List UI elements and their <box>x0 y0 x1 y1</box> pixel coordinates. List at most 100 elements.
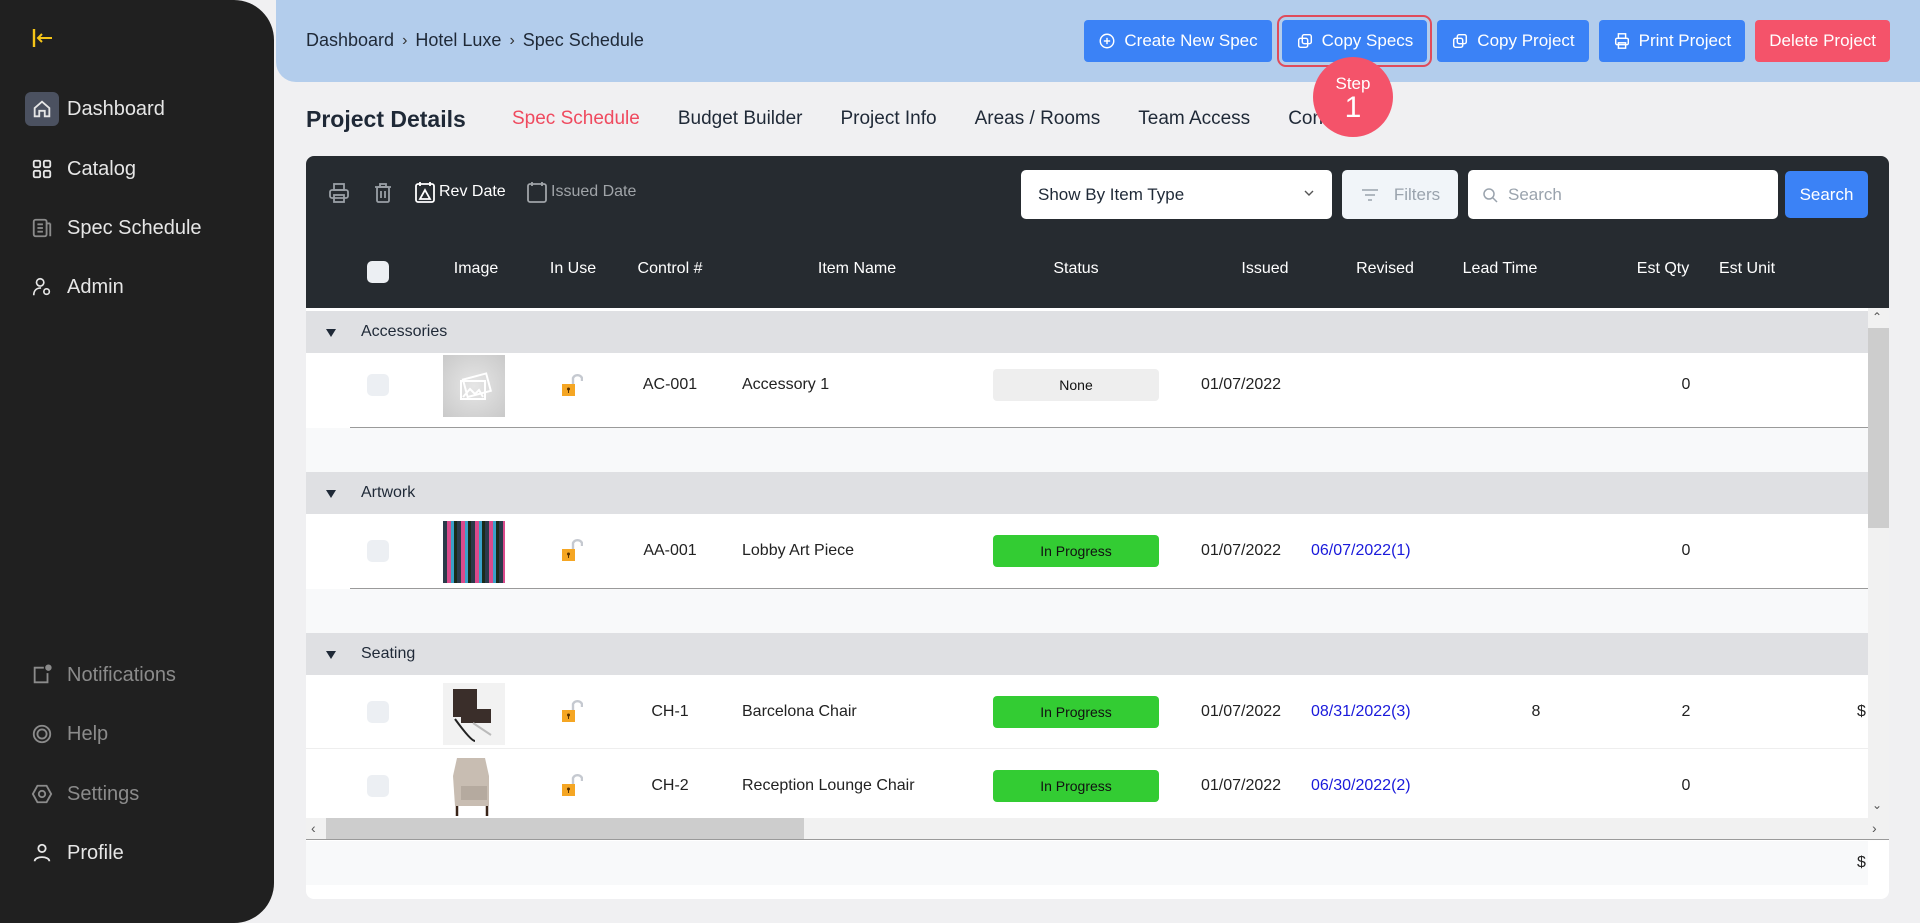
sidebar-item-catalog[interactable]: Catalog <box>25 151 136 187</box>
status-badge[interactable]: In Progress <box>993 696 1159 728</box>
scroll-down-icon[interactable]: ⌄ <box>1872 798 1882 812</box>
row-checkbox[interactable] <box>367 775 389 797</box>
printer-icon[interactable] <box>328 182 350 204</box>
scroll-up-icon[interactable]: ⌃ <box>1872 310 1882 324</box>
revised-date-link[interactable]: 06/07/2022(1) <box>1311 542 1411 560</box>
sidebar-item-label: Admin <box>67 275 124 298</box>
unlock-icon[interactable] <box>561 772 583 798</box>
sidebar-item-admin[interactable]: Admin <box>25 269 124 305</box>
unlock-icon[interactable] <box>561 698 583 724</box>
caret-down-icon[interactable] <box>326 329 336 337</box>
copy-specs-button[interactable]: Copy Specs <box>1276 15 1433 67</box>
sidebar-item-settings[interactable]: Settings <box>25 776 139 812</box>
column-header-item-name[interactable]: Item Name <box>818 260 896 278</box>
image-placeholder-icon <box>460 372 493 400</box>
item-name[interactable]: Lobby Art Piece <box>742 542 854 560</box>
grid-icon <box>32 159 52 179</box>
caret-down-icon[interactable] <box>326 490 336 498</box>
copy-icon <box>1453 33 1468 49</box>
sidebar-item-help[interactable]: Help <box>25 716 108 752</box>
status-badge[interactable]: In Progress <box>993 535 1159 567</box>
item-name[interactable]: Reception Lounge Chair <box>742 777 915 795</box>
tab-project-info[interactable]: Project Info <box>840 108 936 130</box>
table-toolbar: Rev Date Issued Date Show By Item Type F… <box>306 156 1889 308</box>
status-badge[interactable]: None <box>993 369 1159 401</box>
sidebar-item-spec-schedule[interactable]: Spec Schedule <box>25 210 202 246</box>
trash-icon[interactable] <box>372 182 394 204</box>
item-name[interactable]: Accessory 1 <box>742 376 829 394</box>
column-header-est-unit[interactable]: Est Unit <box>1719 260 1775 278</box>
column-header-image[interactable]: Image <box>454 260 498 278</box>
est-qty: 0 <box>1681 542 1691 559</box>
create-new-spec-button[interactable]: Create New Spec <box>1084 20 1272 62</box>
column-header-issued[interactable]: Issued <box>1241 260 1288 278</box>
rev-date-toggle[interactable]: Rev Date <box>414 180 506 204</box>
table-row[interactable]: CH-1 Barcelona Chair In Progress 01/07/2… <box>306 675 1868 749</box>
row-checkbox[interactable] <box>367 701 389 723</box>
item-thumbnail[interactable] <box>443 756 505 818</box>
column-header-control[interactable]: Control # <box>638 260 703 278</box>
item-thumbnail[interactable] <box>443 683 505 745</box>
item-thumbnail[interactable] <box>443 521 505 583</box>
collapse-sidebar-icon[interactable] <box>32 27 54 49</box>
select-all-checkbox[interactable] <box>367 261 389 283</box>
table-row[interactable]: AA-001 Lobby Art Piece In Progress 01/07… <box>306 514 1868 588</box>
print-project-button[interactable]: Print Project <box>1598 20 1746 62</box>
row-checkbox[interactable] <box>367 374 389 396</box>
control-number: AA-001 <box>643 542 697 559</box>
revised-date-link[interactable]: 06/30/2022(2) <box>1311 777 1411 795</box>
revised-date-link[interactable]: 08/31/2022(3) <box>1311 703 1411 721</box>
top-header: Dashboard › Hotel Luxe › Spec Schedule C… <box>276 0 1920 82</box>
column-header-revised[interactable]: Revised <box>1356 260 1414 278</box>
column-header-lead-time[interactable]: Lead Time <box>1463 260 1538 278</box>
chevron-down-icon <box>1304 190 1314 196</box>
calendar-icon <box>415 182 435 203</box>
scroll-left-icon[interactable]: ‹ <box>311 820 316 836</box>
tab-budget-builder[interactable]: Budget Builder <box>678 108 803 130</box>
table-row[interactable]: AC-001 Accessory 1 None 01/07/2022 0 <box>306 353 1868 417</box>
tab-spec-schedule[interactable]: Spec Schedule <box>512 108 640 130</box>
image-placeholder[interactable] <box>443 355 505 417</box>
issued-date-toggle[interactable]: Issued Date <box>526 180 636 204</box>
column-header-status[interactable]: Status <box>1053 260 1098 278</box>
column-header-in-use[interactable]: In Use <box>550 260 596 278</box>
unlock-icon[interactable] <box>561 537 583 563</box>
tab-team-access[interactable]: Team Access <box>1138 108 1250 130</box>
issued-date: 01/07/2022 <box>1201 376 1282 393</box>
horizontal-scroll-thumb[interactable] <box>326 818 804 839</box>
sidebar-item-label: Help <box>67 722 109 745</box>
horizontal-scrollbar[interactable]: ‹ › <box>306 818 1889 840</box>
footer-total: $ <box>1857 854 1866 871</box>
table-row[interactable]: CH-2 Reception Lounge Chair In Progress … <box>306 750 1868 818</box>
status-badge[interactable]: In Progress <box>993 770 1159 802</box>
search-button[interactable]: Search <box>1785 171 1868 218</box>
issued-date: 01/07/2022 <box>1201 542 1282 559</box>
delete-project-button[interactable]: Delete Project <box>1755 20 1890 62</box>
unlock-icon[interactable] <box>561 372 583 398</box>
row-checkbox[interactable] <box>367 540 389 562</box>
est-qty: 2 <box>1681 703 1691 720</box>
filters-button[interactable]: Filters <box>1342 170 1458 219</box>
sidebar-item-notifications[interactable]: Notifications <box>25 657 176 693</box>
copy-project-button[interactable]: Copy Project <box>1437 20 1589 62</box>
column-header-est-qty[interactable]: Est Qty <box>1637 260 1689 278</box>
caret-down-icon[interactable] <box>326 651 336 659</box>
search-input[interactable] <box>1508 184 1758 205</box>
sidebar-item-label: Notifications <box>67 663 176 686</box>
tab-areas-rooms[interactable]: Areas / Rooms <box>975 108 1101 130</box>
sidebar-item-dashboard[interactable]: Dashboard <box>25 91 165 127</box>
est-qty: 0 <box>1681 777 1691 794</box>
vertical-scrollbar[interactable]: ⌃ ⌄ <box>1868 308 1889 818</box>
spec-table-panel: Rev Date Issued Date Show By Item Type F… <box>306 156 1889 899</box>
breadcrumb-dashboard[interactable]: Dashboard <box>306 30 394 51</box>
vertical-scroll-thumb[interactable] <box>1868 328 1889 528</box>
lead-time: 8 <box>1531 703 1541 720</box>
scroll-right-icon[interactable]: › <box>1872 820 1877 836</box>
sidebar-item-label: Dashboard <box>67 97 165 120</box>
item-name[interactable]: Barcelona Chair <box>742 703 857 721</box>
group-row-artwork: Artwork <box>306 472 1868 514</box>
group-by-select[interactable]: Show By Item Type <box>1021 170 1332 219</box>
step-badge: Step 1 <box>1313 57 1393 137</box>
breadcrumb-project[interactable]: Hotel Luxe <box>415 30 501 51</box>
sidebar-item-profile[interactable]: Profile <box>25 835 124 871</box>
